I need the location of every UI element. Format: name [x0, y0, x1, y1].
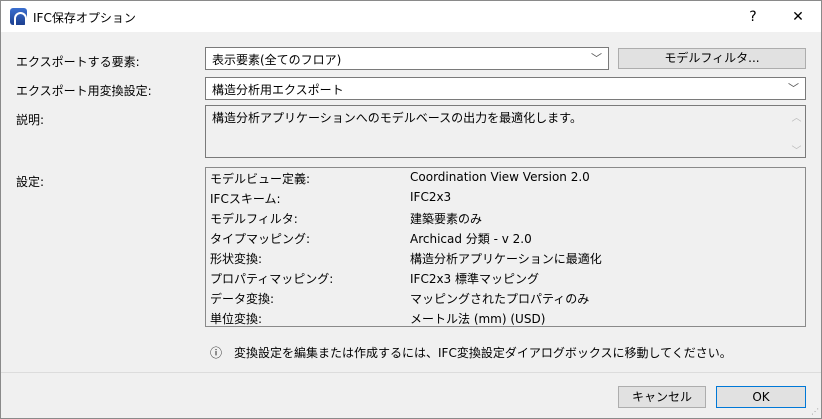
setting-value: メートル法 (mm) (USD) [410, 312, 546, 326]
resize-grip-icon[interactable]: ⋰ [811, 407, 819, 416]
description-box: 構造分析アプリケーションへのモデルベースの出力を最適化します。 ︿ ﹀ [205, 105, 806, 158]
divider [1, 372, 821, 373]
setting-key: 形状変換: [210, 252, 263, 266]
help-button[interactable]: ? [738, 5, 768, 29]
ok-button[interactable]: OK [716, 386, 806, 408]
scroll-down-icon[interactable]: ﹀ [788, 142, 805, 157]
translator-dropdown[interactable]: 構造分析用エクスポート ﹀ [205, 77, 806, 100]
translator-value: 構造分析用エクスポート [212, 83, 344, 97]
info-message: ⓘ 変換設定を編集または作成するには、IFC変換設定ダイアログボックスに移動してく… [210, 344, 732, 361]
setting-value: マッピングされたプロパティのみ [410, 292, 590, 306]
description-scrollbar[interactable]: ︿ ﹀ [788, 106, 805, 157]
model-filter-button[interactable]: モデルフィルタ... [618, 48, 806, 69]
settings-list: モデルビュー定義: Coordination View Version 2.0 I… [205, 167, 806, 327]
setting-key: プロパティマッピング: [210, 272, 334, 286]
window-title: IFC保存オプション [33, 11, 136, 25]
info-text: 変換設定を編集または作成するには、IFC変換設定ダイアログボックスに移動してくだ… [234, 346, 732, 360]
title-bar: IFC保存オプション ? ✕ [1, 1, 821, 32]
setting-value: 構造分析アプリケーションに最適化 [410, 252, 602, 266]
setting-key: モデルビュー定義: [210, 172, 311, 186]
chevron-down-icon: ﹀ [788, 82, 799, 95]
cancel-button[interactable]: キャンセル [618, 386, 706, 408]
setting-value: Archicad 分類 - v 2.0 [410, 232, 532, 246]
close-button[interactable]: ✕ [783, 5, 813, 29]
setting-value: Coordination View Version 2.0 [410, 170, 590, 184]
ifc-save-options-dialog: IFC保存オプション ? ✕ エクスポートする要素: 表示要素(全てのフロア) … [0, 0, 822, 419]
elements-label: エクスポートする要素: [16, 55, 140, 69]
description-label: 説明: [16, 113, 45, 127]
description-text: 構造分析アプリケーションへのモデルベースの出力を最適化します。 [212, 111, 582, 125]
chevron-down-icon: ﹀ [591, 52, 602, 65]
settings-label: 設定: [16, 175, 45, 189]
elements-dropdown[interactable]: 表示要素(全てのフロア) ﹀ [205, 47, 609, 70]
info-icon: ⓘ [210, 346, 223, 360]
archicad-app-icon [10, 8, 27, 26]
setting-key: 単位変換: [210, 312, 263, 326]
setting-value: IFC2x3 標準マッピング [410, 272, 540, 286]
setting-value: IFC2x3 [410, 190, 452, 204]
translator-label: エクスポート用変換設定: [16, 84, 152, 98]
setting-key: IFCスキーム: [210, 192, 281, 206]
setting-key: タイプマッピング: [210, 232, 311, 246]
setting-key: モデルフィルタ: [210, 212, 298, 226]
setting-value: 建築要素のみ [410, 212, 483, 226]
elements-value: 表示要素(全てのフロア) [212, 53, 342, 67]
setting-key: データ変換: [210, 292, 275, 306]
scroll-up-icon[interactable]: ︿ [788, 109, 805, 124]
